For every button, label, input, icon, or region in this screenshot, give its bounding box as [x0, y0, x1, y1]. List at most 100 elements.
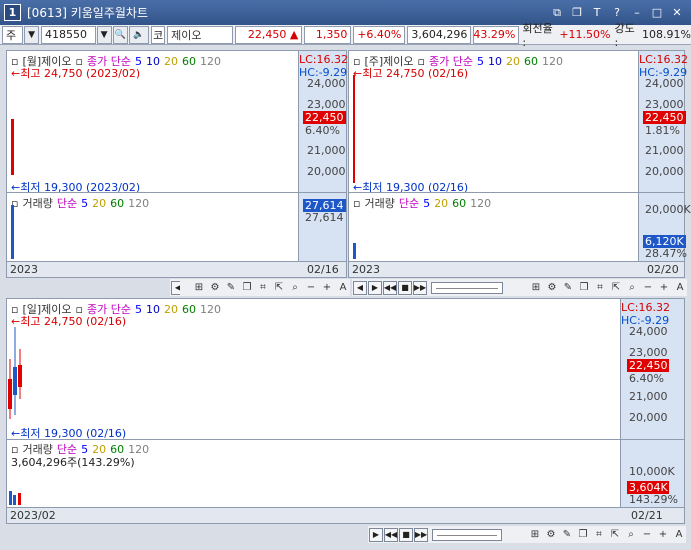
magnifier-icon[interactable]: ⌕ — [288, 281, 302, 295]
date-right: 02/16 — [307, 263, 339, 276]
cursor-icon[interactable]: ⇱ — [272, 281, 286, 295]
magnifier-icon[interactable]: ⌕ — [624, 528, 638, 542]
up-arrow-icon: ▲ — [289, 28, 299, 41]
indicator-icon[interactable]: ⊞ — [192, 281, 206, 295]
high-annotation: ←최고 24,750 (02/16) — [11, 315, 127, 328]
zoom-out-icon[interactable]: − — [641, 281, 655, 295]
current-price-marker: 22,450 — [303, 111, 346, 124]
monthly-chart-panel[interactable]: ▫ [월]제이오 ▫ 종가 단순 5 10 20 60 120 ←최고 24,750 (2023… — [6, 50, 348, 278]
help-icon[interactable]: ? — [609, 5, 625, 21]
market-select[interactable]: 주 — [2, 25, 24, 44]
cursor-icon[interactable]: ⇱ — [609, 281, 623, 295]
window-icon[interactable]: ❐ — [577, 281, 591, 295]
chart-controls: ▶ ◀◀ ■ ▶▶ ⊞ ⚙ ✎ ❐ ⌗ ⇱ ⌕ − + A — [368, 526, 686, 543]
settings-icon[interactable]: ⚙ — [544, 528, 558, 542]
close-small-icon[interactable]: ▫ — [353, 197, 360, 210]
font-icon[interactable]: T — [589, 5, 605, 21]
rate-label: 6.40% — [629, 372, 664, 385]
draw-icon[interactable]: ✎ — [561, 281, 575, 295]
price-tick: 21,000 — [629, 390, 668, 403]
volume-tick: 27,614 — [305, 211, 344, 224]
current-price-marker: 22,450 — [627, 359, 669, 372]
window-icon[interactable]: ❐ — [576, 528, 590, 542]
pane-divider[interactable] — [7, 192, 346, 193]
fast-forward-button[interactable]: ▶▶ — [413, 280, 427, 295]
rate-label: 1.81% — [645, 124, 680, 137]
zoom-in-icon[interactable]: + — [656, 528, 670, 542]
search-icon[interactable]: 🔍 — [112, 25, 128, 44]
zoom-in-icon[interactable]: + — [320, 281, 334, 295]
high-annotation: ←최고 24,750 (2023/02) — [11, 67, 141, 80]
price-tick: 24,000 — [307, 77, 346, 90]
volume-rate: 28.47% — [645, 247, 687, 260]
scroll-left-button[interactable]: ◀ — [353, 280, 367, 295]
weekly-chart-panel[interactable]: ▫ [주]제이오 ▫ 종가 단순 5 10 20 60 120 ←최고 24,750 (02/1… — [348, 50, 691, 278]
crosshair-icon[interactable]: ⌗ — [592, 528, 606, 542]
candle — [353, 75, 355, 183]
indicator-icon[interactable]: ⊞ — [528, 528, 542, 542]
price-tick: 21,000 — [307, 144, 346, 157]
zoom-slider[interactable] — [431, 281, 503, 294]
current-price: 22,450 ▲ — [234, 25, 303, 44]
crosshair-icon[interactable]: ⌗ — [256, 281, 270, 295]
stop-button[interactable]: ■ — [398, 280, 412, 295]
volume-tick: 10,000K — [629, 465, 675, 478]
zoom-in-icon[interactable]: + — [657, 281, 671, 295]
change-rate: +6.40% — [353, 25, 406, 44]
volume-bar — [9, 491, 12, 505]
auto-scale-icon[interactable]: A — [673, 281, 687, 295]
market-dropdown-icon[interactable]: ▼ — [24, 25, 40, 44]
chart-tools: ⊞ ⚙ ✎ ❐ ⌗ ⇱ ⌕ − + A — [180, 279, 350, 296]
date-axis: 2023/02 02/21 — [7, 507, 684, 523]
price-tick: 23,000 — [645, 98, 684, 111]
zoom-out-icon[interactable]: − — [640, 528, 654, 542]
crosshair-icon[interactable]: ⌗ — [593, 281, 607, 295]
magnifier-icon[interactable]: ⌕ — [625, 281, 639, 295]
price-tick: 24,000 — [645, 77, 684, 90]
pane-divider[interactable] — [7, 439, 684, 440]
rewind-button[interactable]: ◀◀ — [383, 280, 397, 295]
cursor-icon[interactable]: ⇱ — [608, 528, 622, 542]
auto-scale-icon[interactable]: A — [672, 528, 686, 542]
settings-icon[interactable]: ⚙ — [545, 281, 559, 295]
indicator-icon[interactable]: ⊞ — [529, 281, 543, 295]
strength-value: 108.91% — [642, 28, 691, 41]
daily-chart-panel[interactable]: ▫ [일]제이오 ▫ 종가 단순 5 10 20 60 120 ←최고 24,750 (02/1… — [6, 298, 685, 524]
rate-label: 6.40% — [305, 124, 340, 137]
copy-window-icon[interactable]: ❐ — [569, 5, 585, 21]
rewind-button[interactable]: ◀◀ — [384, 527, 398, 542]
minimize-icon[interactable]: – — [629, 5, 645, 21]
link-icon[interactable]: ⧉ — [549, 5, 565, 21]
scroll-right-button[interactable]: ▶ — [368, 280, 382, 295]
code-input[interactable]: 418550 — [41, 25, 96, 44]
settings-icon[interactable]: ⚙ — [208, 281, 222, 295]
lc-label: LC:16.32 — [621, 301, 671, 314]
volume-tick: 20,000K — [645, 203, 691, 216]
speaker-icon[interactable]: 🔈 — [128, 25, 150, 44]
maximize-icon[interactable]: □ — [649, 5, 665, 21]
zoom-out-icon[interactable]: − — [304, 281, 318, 295]
window-icon[interactable]: ❐ — [240, 281, 254, 295]
draw-icon[interactable]: ✎ — [224, 281, 238, 295]
price-tick: 23,000 — [629, 346, 668, 359]
window-number[interactable]: 1 — [4, 4, 21, 21]
date-left: 2023 — [352, 263, 380, 276]
scroll-right-button[interactable]: ▶ — [369, 527, 383, 542]
date-right: 02/20 — [647, 263, 679, 276]
code-dropdown-icon[interactable]: ▼ — [96, 25, 112, 44]
code-prefix: 코 — [151, 25, 166, 44]
zoom-slider[interactable] — [432, 528, 502, 541]
close-icon[interactable]: ✕ — [669, 5, 685, 21]
pane-divider[interactable] — [349, 192, 684, 193]
price-tick: 20,000 — [645, 165, 684, 178]
volume-rate: 43.29% — [473, 25, 520, 44]
price-tick: 23,000 — [307, 98, 346, 111]
volume-bar — [353, 243, 356, 259]
title-bar: 1 [0613] 키움일주월차트 ⧉ ❐ T ? – □ ✕ — [0, 0, 691, 25]
auto-scale-icon[interactable]: A — [336, 281, 350, 295]
volume-legend: ▫ 거래량 단순 5 20 60 120 — [11, 197, 150, 210]
stop-button[interactable]: ■ — [399, 527, 413, 542]
price-change: 1,350 — [304, 25, 352, 44]
draw-icon[interactable]: ✎ — [560, 528, 574, 542]
fast-forward-button[interactable]: ▶▶ — [414, 527, 428, 542]
